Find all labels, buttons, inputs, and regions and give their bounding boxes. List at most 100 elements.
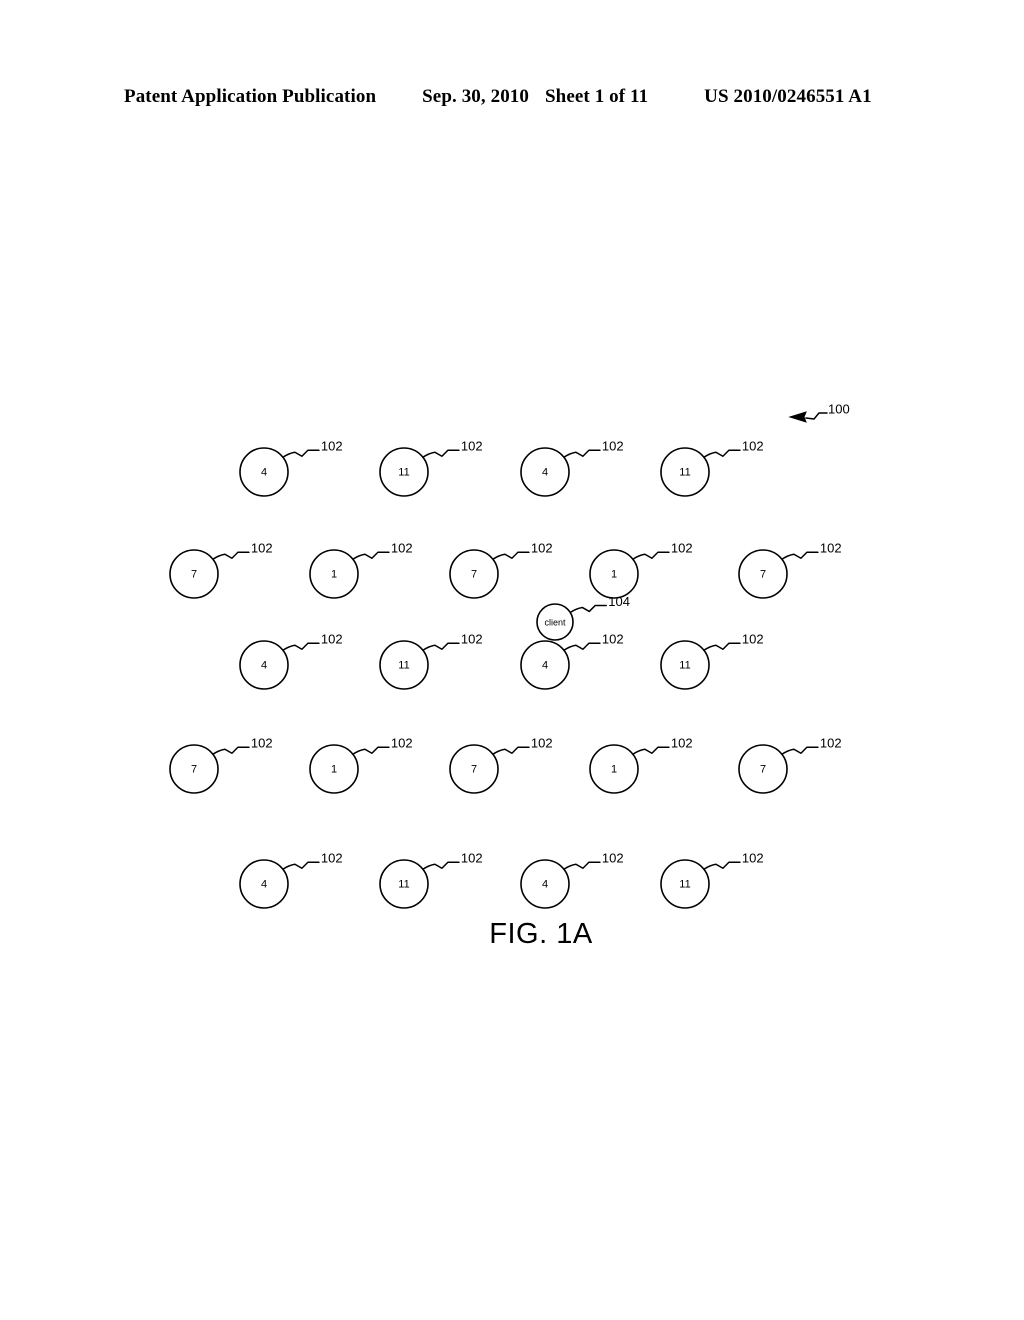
cell-frequency-label: 4 xyxy=(542,659,548,671)
cell-reference-numeral: 102 xyxy=(742,851,764,866)
cell-leader-line xyxy=(781,551,819,560)
cell-node[interactable]: 7 102 xyxy=(169,541,273,599)
cell-frequency-label: 7 xyxy=(191,568,197,580)
cell-frequency-label: 11 xyxy=(679,878,690,890)
cell-leader-line xyxy=(422,642,460,651)
client-node-label: client xyxy=(544,617,566,627)
cell-node[interactable]: 11 102 xyxy=(660,439,764,497)
cell-node[interactable]: 4 102 xyxy=(520,439,624,497)
cell-leader-line xyxy=(282,861,320,870)
system-reference: 100 xyxy=(788,401,850,423)
system-arrow-icon xyxy=(788,411,807,423)
cell-circles-group: 4102111024102111027102110271021102710241… xyxy=(169,439,842,909)
cell-node[interactable]: 11 102 xyxy=(660,632,764,690)
cell-node[interactable]: 11 102 xyxy=(660,851,764,909)
cell-frequency-label: 7 xyxy=(471,568,477,580)
cell-reference-numeral: 102 xyxy=(602,632,624,647)
cell-reference-numeral: 102 xyxy=(602,439,624,454)
cell-frequency-label: 11 xyxy=(398,878,409,890)
cell-node[interactable]: 4 102 xyxy=(520,851,624,909)
cell-leader-line xyxy=(703,861,741,870)
cell-reference-numeral: 102 xyxy=(742,439,764,454)
system-reference-numeral: 100 xyxy=(828,401,850,416)
cell-node[interactable]: 1 102 xyxy=(589,541,693,599)
cell-reference-numeral: 102 xyxy=(391,736,413,751)
cell-node[interactable]: 11 102 xyxy=(379,632,483,690)
cell-node[interactable]: 11 102 xyxy=(379,851,483,909)
cell-reference-numeral: 102 xyxy=(820,736,842,751)
cell-leader-line xyxy=(282,449,320,458)
cell-frequency-label: 1 xyxy=(331,763,337,775)
cell-frequency-label: 11 xyxy=(398,466,409,478)
cell-node[interactable]: 7 102 xyxy=(449,736,553,794)
cell-frequency-label: 11 xyxy=(679,466,690,478)
cell-leader-line xyxy=(352,551,390,560)
cell-node[interactable]: 7 102 xyxy=(738,541,842,599)
cell-reference-numeral: 102 xyxy=(321,439,343,454)
cell-frequency-label: 7 xyxy=(760,568,766,580)
cell-frequency-label: 4 xyxy=(261,878,267,890)
cell-leader-line xyxy=(563,642,601,651)
cell-reference-numeral: 102 xyxy=(461,632,483,647)
cell-node[interactable]: 7 102 xyxy=(169,736,273,794)
cell-leader-line xyxy=(632,746,670,755)
cell-node[interactable]: 1 102 xyxy=(589,736,693,794)
cell-reference-numeral: 102 xyxy=(321,851,343,866)
cell-node[interactable]: 4 102 xyxy=(239,439,343,497)
figure-1a-diagram: 4 102 11 102 4 102 11 102 7 102 1 102 7 102 1 102 7 102 4 1… xyxy=(0,0,1024,1320)
cell-reference-numeral: 102 xyxy=(461,851,483,866)
system-reference-group: 100 xyxy=(788,401,850,423)
cell-frequency-label: 7 xyxy=(191,763,197,775)
cell-frequency-label: 11 xyxy=(398,659,409,671)
cell-leader-line xyxy=(703,642,741,651)
cell-leader-line xyxy=(422,449,460,458)
cell-leader-line xyxy=(632,551,670,560)
cell-frequency-label: 7 xyxy=(760,763,766,775)
cellular-network-svg: 4102111024102111027102110271021102710241… xyxy=(169,401,850,909)
cell-reference-numeral: 102 xyxy=(321,632,343,647)
cell-frequency-label: 1 xyxy=(611,568,617,580)
cell-leader-line xyxy=(703,449,741,458)
figure-caption-text: FIG. 1A xyxy=(489,918,593,950)
system-leader-line xyxy=(805,412,828,420)
cell-node[interactable]: 4 102 xyxy=(239,632,343,690)
cell-reference-numeral: 102 xyxy=(461,439,483,454)
cell-reference-numeral: 102 xyxy=(820,541,842,556)
client-reference-numeral: 104 xyxy=(608,594,630,609)
cell-frequency-label: 4 xyxy=(261,466,267,478)
cell-leader-line xyxy=(492,746,530,755)
cell-node[interactable]: 11 102 xyxy=(379,439,483,497)
cell-reference-numeral: 102 xyxy=(531,541,553,556)
cell-node[interactable]: 7 102 xyxy=(738,736,842,794)
cell-leader-line xyxy=(352,746,390,755)
cell-reference-numeral: 102 xyxy=(391,541,413,556)
cell-leader-line xyxy=(422,861,460,870)
cell-node[interactable]: 4 102 xyxy=(520,632,624,690)
client-leader-line xyxy=(569,604,608,614)
cell-reference-numeral: 102 xyxy=(742,632,764,647)
cell-node[interactable]: 7 102 xyxy=(449,541,553,599)
cell-frequency-label: 4 xyxy=(542,466,548,478)
cell-leader-line xyxy=(212,551,250,560)
cell-frequency-label: 4 xyxy=(261,659,267,671)
cell-frequency-label: 1 xyxy=(611,763,617,775)
cell-leader-line xyxy=(212,746,250,755)
cell-reference-numeral: 102 xyxy=(251,541,273,556)
cell-leader-line xyxy=(781,746,819,755)
cell-leader-line xyxy=(563,449,601,458)
cell-frequency-label: 1 xyxy=(331,568,337,580)
cell-leader-line xyxy=(563,861,601,870)
cell-reference-numeral: 102 xyxy=(671,541,693,556)
cell-frequency-label: 11 xyxy=(679,659,690,671)
cell-frequency-label: 4 xyxy=(542,878,548,890)
cell-leader-line xyxy=(492,551,530,560)
cell-reference-numeral: 102 xyxy=(671,736,693,751)
cell-node[interactable]: 4 102 xyxy=(239,851,343,909)
figure-caption: FIG. 1A xyxy=(0,918,1024,951)
cell-reference-numeral: 102 xyxy=(602,851,624,866)
cell-node[interactable]: 1 102 xyxy=(309,736,413,794)
cell-leader-line xyxy=(282,642,320,651)
cell-reference-numeral: 102 xyxy=(251,736,273,751)
cell-node[interactable]: 1 102 xyxy=(309,541,413,599)
cell-reference-numeral: 102 xyxy=(531,736,553,751)
